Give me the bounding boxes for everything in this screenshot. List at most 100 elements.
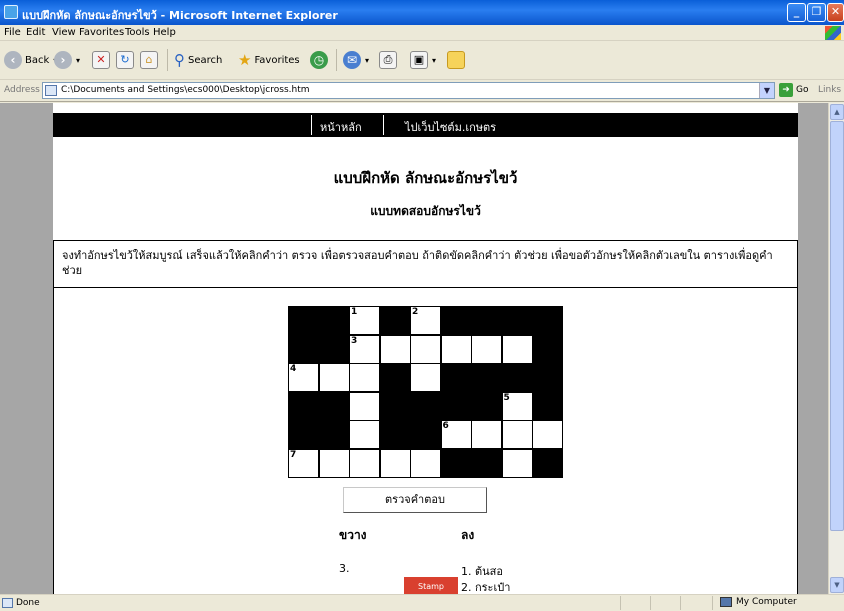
print-button[interactable]: ⎙ [379,49,397,71]
crossword-cell[interactable] [349,363,380,393]
chevron-down-icon[interactable]: ▾ [432,56,436,65]
crossword-grid: 1 2 3 4 5 6 7 [288,306,563,478]
page-icon [45,85,57,96]
star-icon: ★ [238,51,252,69]
crossword-cell[interactable] [349,420,380,450]
search-button[interactable]: ⚲ Search [174,49,222,71]
clue-number[interactable]: 4 [290,364,296,374]
crossword-cell[interactable] [349,449,380,478]
scroll-thumb[interactable] [830,121,844,531]
crossword-cell[interactable] [410,363,441,393]
maximize-button[interactable]: ❐ [807,3,826,22]
crossword-cell[interactable] [501,334,533,364]
menu-view[interactable]: View [52,27,76,38]
favorites-label: Favorites [254,54,300,66]
forward-button[interactable]: › ▾ [54,49,80,71]
home-button[interactable]: ⌂ [140,49,158,71]
edit-icon: ▣ [410,51,428,69]
windows-logo-icon [825,26,841,40]
crossword-cell[interactable]: 5 [501,391,533,421]
crossword-block [288,334,319,364]
crossword-block [288,420,319,450]
crossword-block [318,306,350,335]
window-title: แบบฝึกหัด ลักษณะอักษรไขว้ - Microsoft In… [22,9,338,22]
menu-file[interactable]: File [4,27,21,38]
crossword-cell[interactable] [501,420,533,450]
refresh-button[interactable]: ↻ [116,49,134,71]
print-icon: ⎙ [379,51,397,69]
back-arrow-icon: ‹ [4,51,22,69]
crossword-block [532,334,563,364]
clue-number[interactable]: 2 [412,307,418,317]
go-button[interactable]: ➜ Go [779,83,808,97]
crossword-cell[interactable]: 6 [440,420,472,450]
crossword-cell[interactable] [532,420,563,450]
scroll-up-arrow-icon[interactable]: ▲ [830,104,844,120]
crossword-cell[interactable] [349,391,380,421]
favorites-button[interactable]: ★ Favorites [238,49,300,71]
crossword-cell[interactable] [379,334,411,364]
down-heading: ลง [461,528,475,542]
crossword-block [318,391,350,421]
nav-home-link[interactable]: หน้าหลัก [320,118,362,136]
crossword-cell[interactable] [471,334,502,364]
instructions-box: จงทำอักษรไขว้ให้สมบูรณ์ เสร็จแล้วให้คลิก… [53,240,798,288]
crossword-cell[interactable] [318,449,350,478]
crossword-block [440,449,472,478]
crossword-cell[interactable] [471,420,502,450]
links-label[interactable]: Links [818,85,841,95]
across-clue[interactable]: 3. [339,562,350,575]
crossword-cell[interactable]: 4 [288,363,319,393]
across-heading: ขวาง [339,528,367,542]
stop-button[interactable]: ✕ [92,49,110,71]
down-clue[interactable]: 2. กระเป๋า [461,578,510,594]
clue-number[interactable]: 7 [290,450,296,460]
status-panel [712,596,713,610]
check-answer-button[interactable]: ตรวจคำตอบ [343,487,487,513]
scroll-down-arrow-icon[interactable]: ▼ [830,577,844,593]
history-button[interactable]: ◷ [310,49,328,71]
crossword-cell[interactable] [379,449,411,478]
go-label: Go [796,85,809,95]
vertical-scrollbar[interactable]: ▲ ▼ [828,103,844,594]
crossword-block [379,420,411,450]
nav-strip: หน้าหลัก ไปเว็บไซต์ม.เกษตร [53,113,798,137]
crossword-cell[interactable]: 2 [410,306,441,335]
clue-number[interactable]: 5 [504,393,510,403]
crossword-cell[interactable] [410,334,441,364]
page-subtitle: แบบทดสอบอักษรไขว้ [370,204,481,218]
clue-number[interactable]: 6 [443,421,449,431]
edit-button[interactable]: ▣ ▾ [410,49,436,71]
home-icon: ⌂ [140,51,158,69]
menu-help[interactable]: Help [153,27,176,38]
crossword-cell[interactable]: 3 [349,334,380,364]
crossword-block [379,363,411,393]
folder-button[interactable] [447,49,465,71]
address-dropdown-icon[interactable]: ▼ [759,83,774,98]
crossword-cell[interactable]: 7 [288,449,319,478]
menu-favorites[interactable]: Favorites [79,27,124,38]
mail-button[interactable]: ✉ ▾ [343,49,369,71]
nav-divider [311,115,312,135]
chevron-down-icon[interactable]: ▾ [365,56,369,65]
crossword-cell[interactable] [410,449,441,478]
clue-number[interactable]: 1 [351,307,357,317]
menu-edit[interactable]: Edit [26,27,45,38]
crossword-cell[interactable] [318,363,350,393]
menu-tools[interactable]: Tools [125,27,150,38]
nav-ku-link[interactable]: ไปเว็บไซต์ม.เกษตร [405,118,496,136]
crossword-cell[interactable] [501,449,533,478]
crossword-cell[interactable]: 1 [349,306,380,335]
crossword-block [501,306,533,335]
minimize-button[interactable]: _ [787,3,806,22]
clue-number[interactable]: 3 [351,336,357,346]
back-button[interactable]: ‹ Back ▾ [4,49,57,71]
crossword-block [288,306,319,335]
crossword-cell[interactable] [440,334,472,364]
back-label: Back [25,54,50,66]
close-button[interactable]: ✕ [827,3,844,22]
status-bar: Done My Computer [0,594,844,611]
chevron-down-icon[interactable]: ▾ [76,56,80,65]
address-input[interactable]: C:\Documents and Settings\ecs000\Desktop… [42,82,775,99]
toolbar-divider [336,49,337,71]
